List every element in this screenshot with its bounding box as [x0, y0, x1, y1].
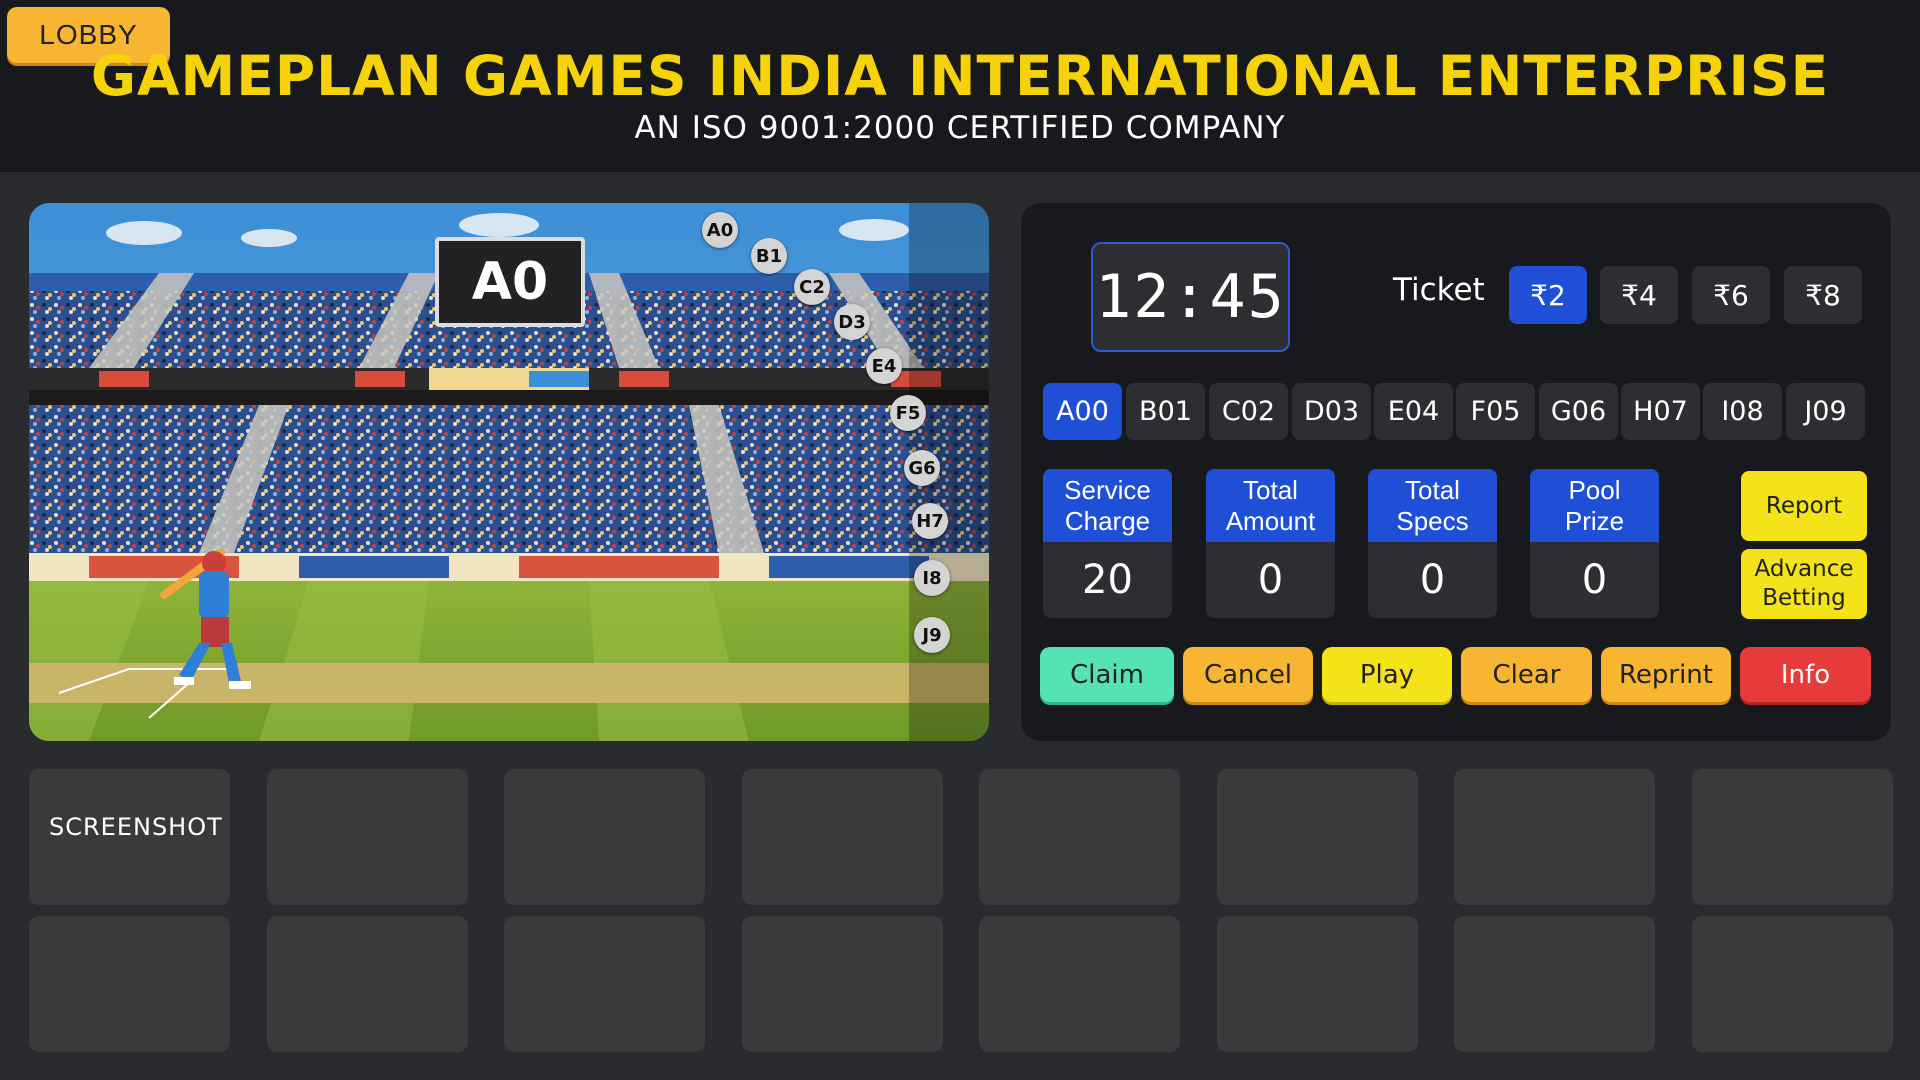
empty-tile — [742, 916, 943, 1052]
empty-tile — [1217, 769, 1418, 905]
report-button[interactable]: Report — [1741, 471, 1867, 541]
empty-tile — [742, 769, 943, 905]
ticket-label: Ticket — [1393, 272, 1485, 308]
advance-betting-button[interactable]: Advance Betting — [1741, 549, 1867, 619]
stat-value: 0 — [1257, 557, 1284, 603]
stat-label: Total Amount — [1206, 469, 1335, 542]
ticket-option-2[interactable]: ₹2 — [1509, 266, 1587, 324]
empty-tile — [1454, 916, 1655, 1052]
claim-button[interactable]: Claim — [1040, 647, 1174, 702]
info-button[interactable]: Info — [1740, 647, 1871, 702]
empty-tile — [504, 769, 705, 905]
ticket-option-6[interactable]: ₹6 — [1692, 266, 1770, 324]
ball-marker: D3 — [834, 304, 870, 340]
clear-button[interactable]: Clear — [1461, 647, 1592, 702]
total-amount-box: Total Amount 0 — [1206, 469, 1335, 618]
service-charge-box: Service Charge 20 — [1043, 469, 1172, 618]
ball-marker: E4 — [866, 348, 902, 384]
ticket-option-8[interactable]: ₹8 — [1784, 266, 1862, 324]
empty-tile — [1454, 769, 1655, 905]
empty-tile — [267, 916, 468, 1052]
ball-marker: J9 — [914, 617, 950, 653]
stat-label: Pool Prize — [1530, 469, 1659, 542]
number-button-b01[interactable]: B01 — [1126, 383, 1205, 440]
stat-value: 20 — [1082, 557, 1133, 603]
cancel-button[interactable]: Cancel — [1183, 647, 1313, 702]
empty-tile — [267, 769, 468, 905]
number-button-h07[interactable]: H07 — [1621, 383, 1700, 440]
page-title: GAMEPLAN GAMES INDIA INTERNATIONAL ENTER… — [90, 44, 1830, 108]
play-button[interactable]: Play — [1322, 647, 1452, 702]
number-button-j09[interactable]: J09 — [1786, 383, 1865, 440]
ticket-option-4[interactable]: ₹4 — [1600, 266, 1678, 324]
ball-marker: I8 — [914, 560, 950, 596]
tile-label: SCREENSHOT — [49, 813, 223, 841]
number-button-f05[interactable]: F05 — [1456, 383, 1535, 440]
number-button-c02[interactable]: C02 — [1209, 383, 1288, 440]
total-specs-box: Total Specs 0 — [1368, 469, 1497, 618]
empty-tile — [1692, 769, 1893, 905]
empty-tile — [979, 769, 1180, 905]
empty-tile — [979, 916, 1180, 1052]
result-display: A0 — [435, 237, 585, 327]
stat-value: 0 — [1581, 557, 1608, 603]
number-button-e04[interactable]: E04 — [1374, 383, 1453, 440]
empty-tile — [504, 916, 705, 1052]
ball-marker: H7 — [912, 503, 948, 539]
stat-label: Total Specs — [1368, 469, 1497, 542]
ball-marker: F5 — [890, 395, 926, 431]
ball-marker: A0 — [702, 212, 738, 248]
page-subtitle: AN ISO 9001:2000 CERTIFIED COMPANY — [634, 110, 1286, 146]
empty-tile — [1217, 916, 1418, 1052]
pool-prize-box: Pool Prize 0 — [1530, 469, 1659, 618]
header-bar: LOBBY GAMEPLAN GAMES INDIA INTERNATIONAL… — [0, 0, 1920, 172]
ball-marker: G6 — [904, 450, 940, 486]
screenshot-tile[interactable]: SCREENSHOT — [29, 769, 230, 905]
stat-value: 0 — [1419, 557, 1446, 603]
number-button-i08[interactable]: I08 — [1703, 383, 1782, 440]
reprint-button[interactable]: Reprint — [1601, 647, 1731, 702]
empty-tile — [29, 916, 230, 1052]
ball-marker: B1 — [751, 238, 787, 274]
stat-label: Service Charge — [1043, 469, 1172, 542]
ball-marker: C2 — [794, 269, 830, 305]
empty-tile — [1692, 916, 1893, 1052]
number-button-a00[interactable]: A00 — [1043, 383, 1122, 440]
number-button-d03[interactable]: D03 — [1292, 383, 1371, 440]
countdown-timer: 12:45 — [1091, 242, 1290, 352]
number-button-g06[interactable]: G06 — [1539, 383, 1618, 440]
